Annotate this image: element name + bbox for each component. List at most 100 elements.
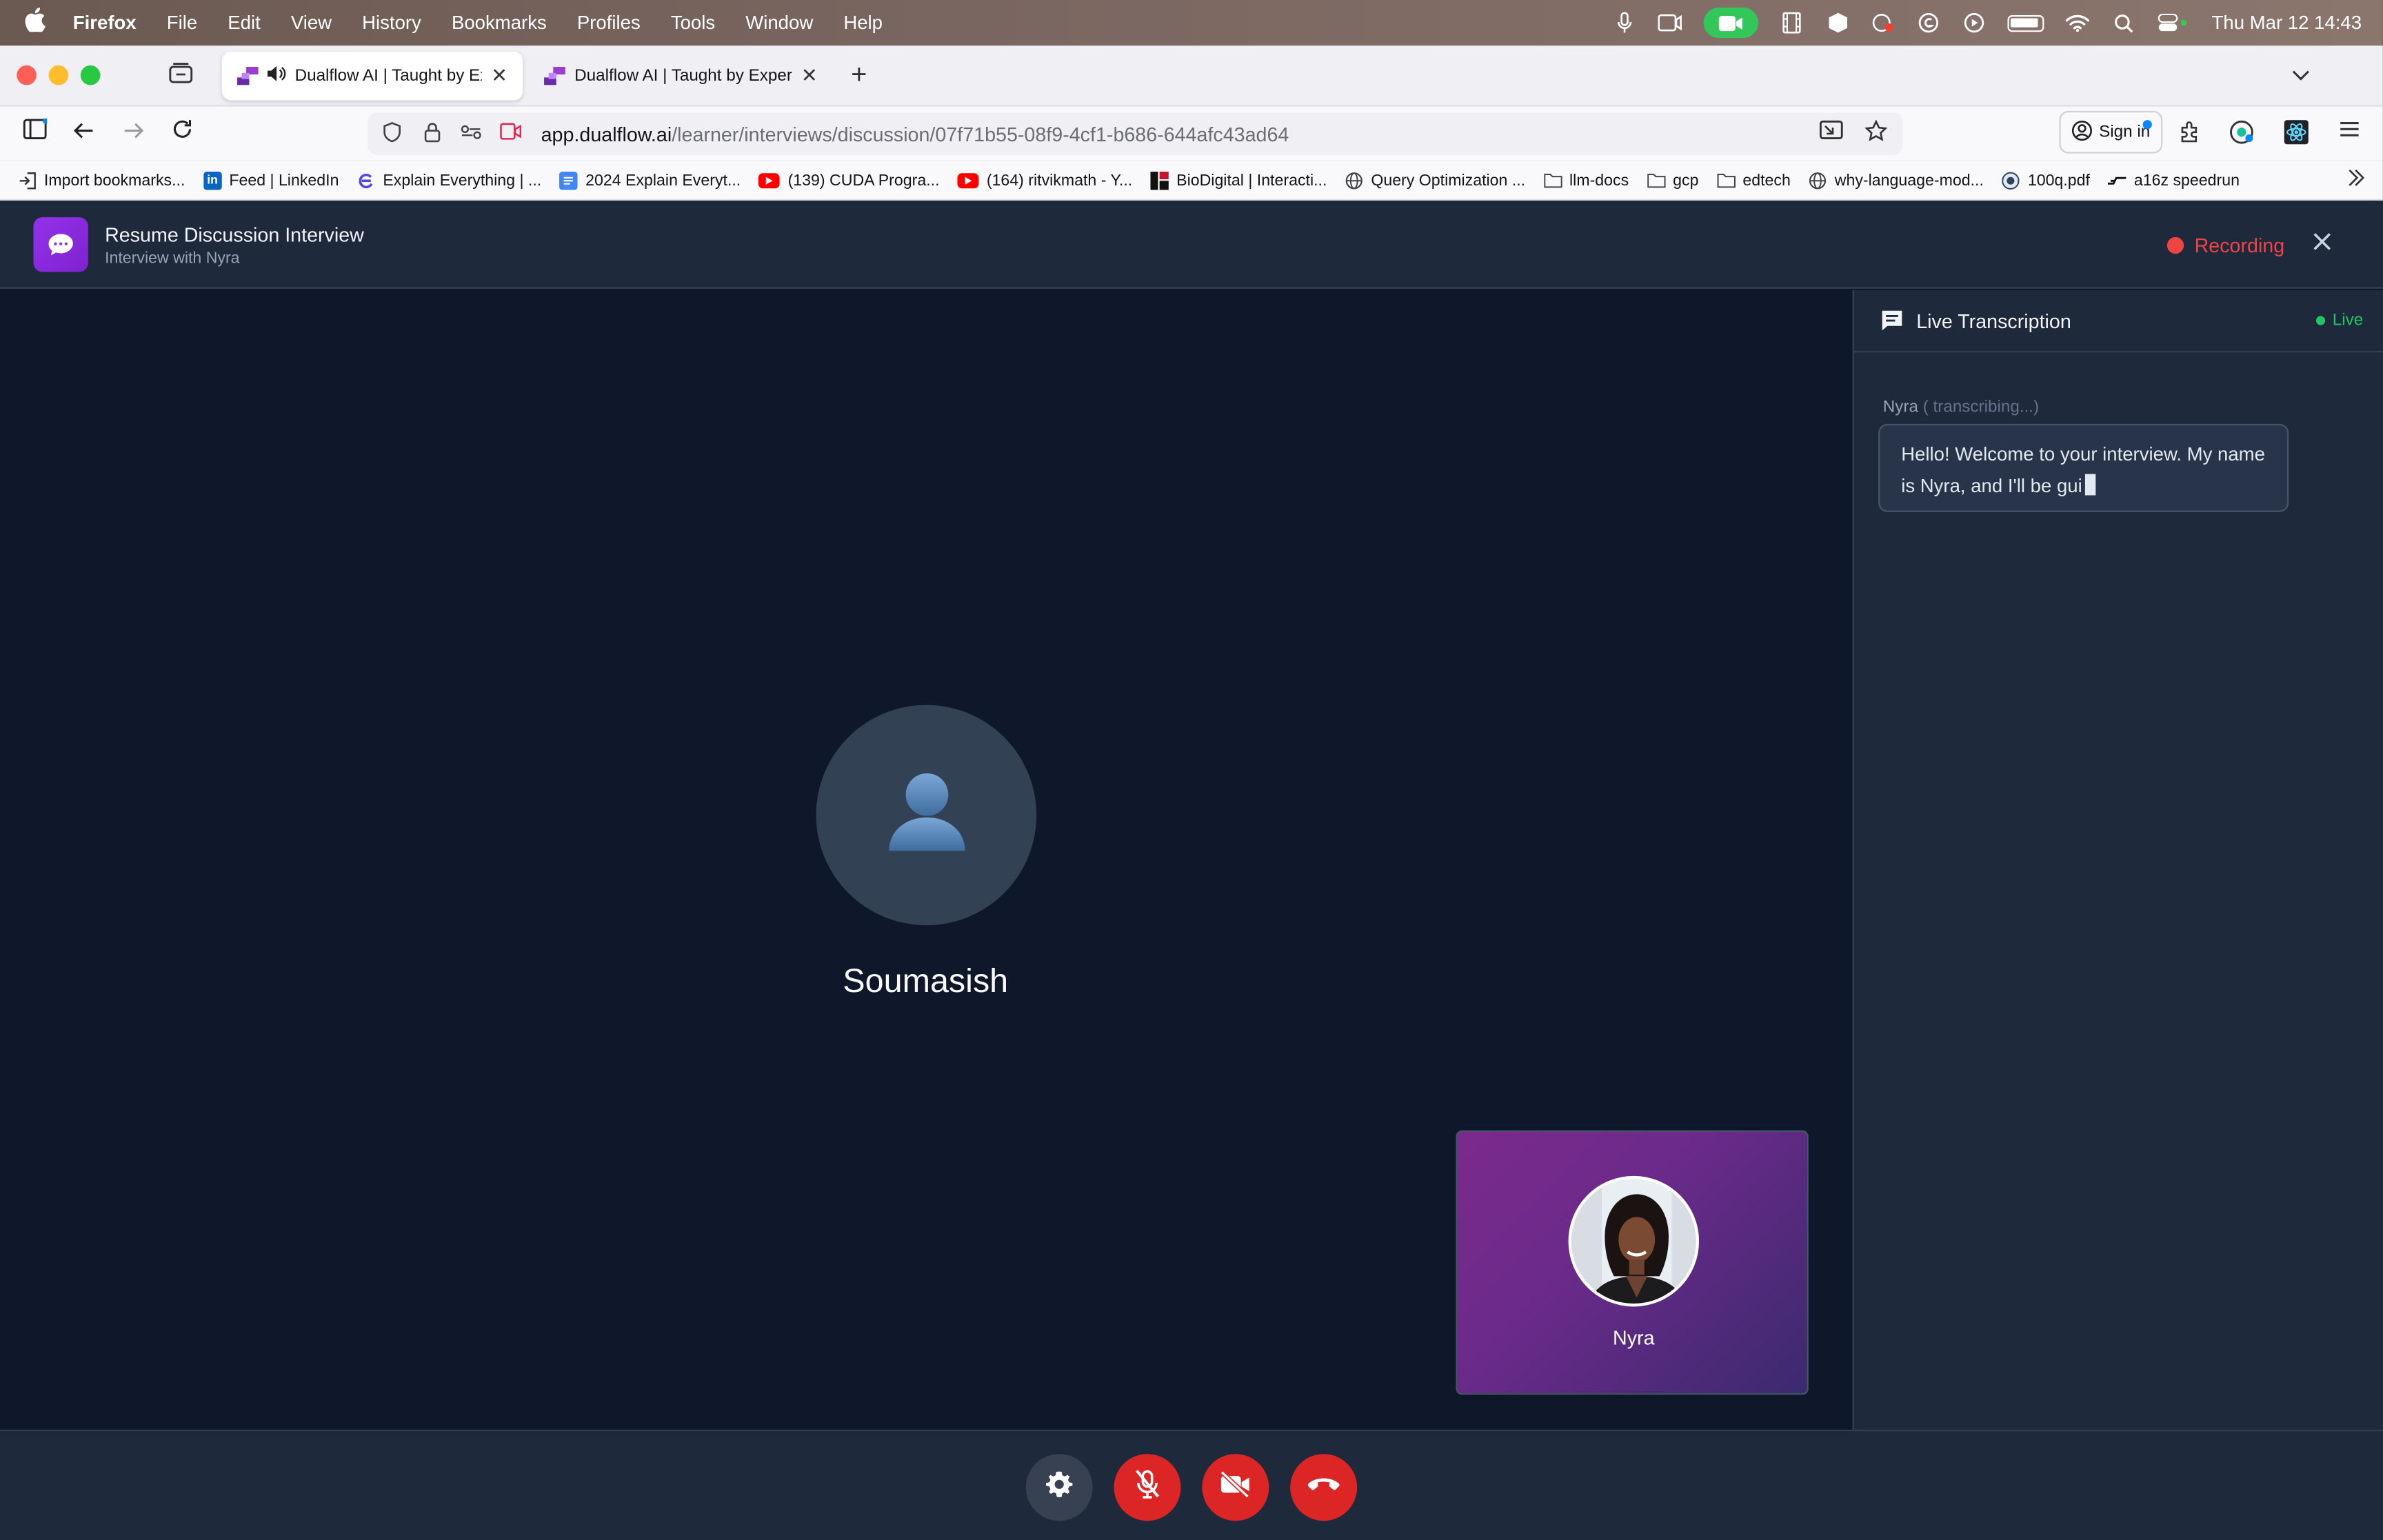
microphone-icon[interactable]: [1613, 12, 1637, 34]
interviewer-video-tile[interactable]: Nyra: [1456, 1130, 1809, 1395]
interviewer-name: Nyra: [1613, 1326, 1655, 1350]
spotlight-search-icon[interactable]: [2111, 12, 2135, 34]
end-call-button[interactable]: [1290, 1454, 1358, 1521]
extensions-puzzle-icon[interactable]: [2176, 120, 2204, 148]
person-silhouette-icon: [885, 769, 967, 861]
participant-name: Soumasish: [843, 962, 1009, 1000]
camera-toggle-button[interactable]: [1202, 1454, 1269, 1521]
menu-edit[interactable]: Edit: [228, 12, 260, 34]
bookmark-query-optimization[interactable]: Query Optimization ...: [1345, 171, 1525, 189]
settings-button[interactable]: [1025, 1454, 1093, 1521]
menu-tools[interactable]: Tools: [671, 12, 715, 34]
play-circle-icon[interactable]: [1962, 12, 1987, 34]
tab-title: Dualflow AI | Taught by Experts, Powered…: [574, 66, 792, 85]
address-bar-actions: [1819, 119, 1888, 145]
sidebar-toggle-icon[interactable]: [20, 117, 50, 149]
menu-bar-clock[interactable]: Thu Mar 12 14:43: [2212, 12, 2362, 34]
bookmark-star-icon[interactable]: [1864, 119, 1888, 145]
pdf-seal-icon: [2002, 171, 2020, 189]
bookmark-folder-llm-docs[interactable]: llm-docs: [1543, 170, 1629, 190]
control-center-icon[interactable]: [2157, 12, 2190, 34]
biodigital-icon: [1150, 170, 1169, 190]
browser-tab[interactable]: Dualflow AI | Taught by Experts, Powered…: [529, 52, 833, 101]
bookmark-import[interactable]: Import bookmarks...: [18, 171, 185, 189]
screen-record-icon[interactable]: [1658, 12, 1682, 34]
video-camera-in-use-icon[interactable]: [1704, 8, 1759, 39]
chat-bubble-logo-icon: [33, 217, 88, 272]
bookmark-biodigital[interactable]: BioDigital | Interacti...: [1150, 170, 1327, 190]
back-arrow-icon[interactable]: [68, 119, 99, 149]
address-bar[interactable]: app.dualflow.ai/learner/interviews/discu…: [368, 112, 1903, 155]
menu-history[interactable]: History: [362, 12, 421, 34]
picture-in-picture-icon[interactable]: [1819, 120, 1843, 145]
bookmark-label: llm-docs: [1569, 170, 1629, 190]
wifi-icon[interactable]: [2066, 12, 2090, 34]
list-all-tabs-chevron-icon[interactable]: [2292, 64, 2310, 87]
globe-icon: [1345, 171, 1363, 189]
youtube-icon: [957, 172, 979, 188]
lock-icon[interactable]: [416, 121, 447, 146]
globe-icon: [1809, 171, 1827, 189]
menu-app-name[interactable]: Firefox: [73, 12, 137, 34]
hamburger-menu-icon[interactable]: [2336, 120, 2364, 148]
interviewer-avatar: [1568, 1175, 1700, 1307]
interview-subtitle: Interview with Nyra: [105, 249, 240, 267]
menu-help[interactable]: Help: [843, 12, 883, 34]
menu-profiles[interactable]: Profiles: [577, 12, 641, 34]
bookmark-100q-pdf[interactable]: 100q.pdf: [2002, 171, 2090, 189]
transcription-title: Live Transcription: [1916, 310, 2071, 333]
mic-toggle-button[interactable]: [1114, 1454, 1181, 1521]
gear-icon: [1044, 1468, 1074, 1506]
bookmark-folder-edtech[interactable]: edtech: [1716, 171, 1791, 189]
tab-close-icon[interactable]: ✕: [491, 64, 507, 88]
cloud-sync-icon[interactable]: [1871, 12, 1896, 34]
permissions-icon[interactable]: [456, 123, 486, 145]
menu-window[interactable]: Window: [745, 12, 813, 34]
bookmark-folder-gcp[interactable]: gcp: [1647, 171, 1698, 189]
window-zoom-button[interactable]: [80, 65, 101, 85]
sign-in-button[interactable]: Sign in: [2059, 110, 2163, 154]
menu-view[interactable]: View: [291, 12, 332, 34]
bookmark-why-language-models[interactable]: why-language-mod...: [1809, 171, 1984, 189]
bookmark-explain-everything[interactable]: Explain Everything | ...: [357, 171, 541, 189]
cube-icon[interactable]: [1826, 12, 1850, 34]
tab-close-icon[interactable]: ✕: [801, 64, 818, 88]
message-square-icon: [1880, 308, 1904, 332]
film-strip-icon[interactable]: [1780, 12, 1804, 34]
bookmark-google-doc[interactable]: 2024 Explain Everyt...: [559, 170, 741, 190]
bookmarks-toolbar: Import bookmarks... in Feed | LinkedIn E…: [0, 161, 2383, 201]
bookmark-linkedin[interactable]: in Feed | LinkedIn: [203, 170, 339, 190]
live-dot-icon: [2315, 316, 2325, 325]
forward-arrow-icon[interactable]: [119, 119, 149, 149]
camera-sharing-icon[interactable]: [496, 123, 526, 145]
tab-title: Dualflow AI | Taught by Experts, Powered…: [294, 66, 482, 85]
linkedin-icon: in: [203, 170, 222, 190]
reload-icon[interactable]: [167, 119, 197, 149]
phone-hangup-icon: [1307, 1474, 1340, 1501]
menu-file[interactable]: File: [167, 12, 197, 34]
battery-icon[interactable]: [2008, 14, 2045, 32]
bookmark-ritvikmath-youtube[interactable]: (164) ritvikmath - Y...: [957, 171, 1132, 189]
react-devtools-icon[interactable]: [2282, 120, 2310, 148]
grammarly-extension-icon[interactable]: [2228, 120, 2255, 148]
menu-bookmarks[interactable]: Bookmarks: [452, 12, 547, 34]
bookmark-cuda-youtube[interactable]: (139) CUDA Progra...: [758, 171, 940, 189]
import-icon: [18, 171, 36, 189]
account-icon: [2071, 119, 2093, 145]
url-host: app.dualflow.ai: [541, 122, 672, 145]
tracking-protection-shield-icon[interactable]: [377, 121, 408, 146]
browser-tab-active[interactable]: Dualflow AI | Taught by Experts, Powered…: [221, 51, 523, 101]
bookmark-a16z-speedrun[interactable]: a16z speedrun: [2108, 171, 2240, 189]
tab-groups-icon[interactable]: [169, 62, 197, 86]
new-tab-plus-icon[interactable]: +: [851, 61, 867, 88]
grammarly-icon[interactable]: [1917, 12, 1941, 34]
mic-off-icon: [1134, 1468, 1161, 1506]
dualflow-favicon-icon: [237, 66, 259, 85]
speaker-icon[interactable]: [267, 65, 286, 87]
close-interview-icon[interactable]: [2311, 230, 2333, 260]
window-close-button[interactable]: [17, 65, 37, 85]
bookmarks-overflow-chevron-icon[interactable]: [2346, 169, 2365, 192]
url-text[interactable]: app.dualflow.ai/learner/interviews/discu…: [541, 122, 1289, 145]
window-minimize-button[interactable]: [48, 65, 69, 85]
apple-logo-icon[interactable]: [24, 8, 52, 38]
